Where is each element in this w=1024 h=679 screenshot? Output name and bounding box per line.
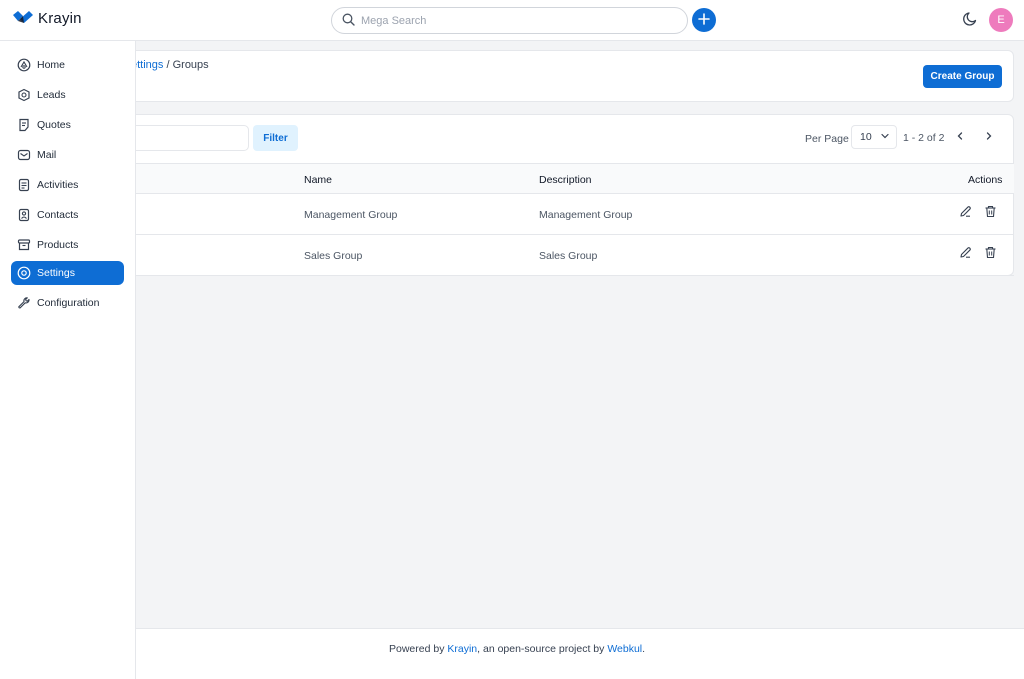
next-page-button[interactable] xyxy=(982,130,996,144)
activities-icon xyxy=(16,178,31,193)
create-group-button[interactable]: Create Group xyxy=(923,65,1002,88)
wrench-icon xyxy=(16,296,31,311)
home-icon xyxy=(16,58,31,73)
app-logo[interactable]: Krayin xyxy=(12,10,82,27)
page-header-card: ettings / Groups xyxy=(118,50,1014,102)
mail-icon xyxy=(16,148,31,163)
chevron-down-icon xyxy=(880,131,890,144)
per-page-label: Per Page xyxy=(805,133,849,145)
sidebar-item-label: Mail xyxy=(37,149,57,161)
pencil-icon xyxy=(959,205,972,221)
breadcrumb-current: Groups xyxy=(172,59,209,71)
edit-button[interactable] xyxy=(958,247,972,261)
settings-icon xyxy=(16,266,31,281)
chevron-left-icon xyxy=(955,131,965,144)
leads-icon xyxy=(16,88,31,103)
footer-text: Powered by Krayin, an open-source projec… xyxy=(389,643,645,655)
quotes-icon xyxy=(16,118,31,133)
mega-search-input[interactable] xyxy=(361,14,661,27)
delete-button[interactable] xyxy=(983,246,997,262)
footer-suffix: . xyxy=(642,643,646,655)
group-name-cell: Sales Group xyxy=(304,250,363,262)
sidebar-item-configuration[interactable]: Configuration xyxy=(11,291,124,315)
sidebar-item-leads[interactable]: Leads xyxy=(11,83,124,107)
column-header-description[interactable]: Description xyxy=(539,174,592,186)
contacts-icon xyxy=(16,208,31,223)
group-description-cell: Sales Group xyxy=(539,250,598,262)
group-description-cell: Management Group xyxy=(539,209,633,221)
krayin-link[interactable]: Krayin xyxy=(447,643,477,655)
chevron-right-icon xyxy=(984,131,994,144)
search-icon xyxy=(342,13,355,29)
group-name-cell: Management Group xyxy=(304,209,398,221)
previous-page-button[interactable] xyxy=(953,130,967,144)
trash-icon xyxy=(984,205,997,221)
footer-middle: , an open-source project by xyxy=(477,643,608,655)
user-avatar[interactable]: E xyxy=(989,8,1013,32)
krayin-logo-icon xyxy=(12,10,34,27)
per-page-select[interactable]: 10 xyxy=(851,125,897,149)
moon-icon xyxy=(962,11,978,29)
sidebar-item-label: Quotes xyxy=(37,119,71,131)
footer-prefix: Powered by xyxy=(389,643,448,655)
sidebar-item-home[interactable]: Home xyxy=(11,53,124,77)
breadcrumb: ettings / Groups xyxy=(131,59,209,71)
column-header-name[interactable]: Name xyxy=(304,174,332,186)
sidebar-item-mail[interactable]: Mail xyxy=(11,143,124,167)
sidebar-item-label: Settings xyxy=(37,267,75,279)
plus-icon xyxy=(698,12,710,28)
pencil-icon xyxy=(959,246,972,262)
sidebar-item-quotes[interactable]: Quotes xyxy=(11,113,124,137)
mega-search[interactable] xyxy=(331,7,688,34)
per-page-value: 10 xyxy=(860,131,872,143)
webkul-link[interactable]: Webkul xyxy=(607,643,642,655)
dark-mode-toggle[interactable] xyxy=(961,11,979,29)
sidebar: Home Leads Quotes Mail Activities Contac… xyxy=(0,41,136,679)
filter-button[interactable]: Filter xyxy=(253,125,298,151)
top-header: Krayin E xyxy=(0,0,1024,41)
avatar-initial: E xyxy=(997,14,1005,26)
delete-button[interactable] xyxy=(983,205,997,221)
sidebar-item-label: Leads xyxy=(37,89,66,101)
sidebar-item-label: Contacts xyxy=(37,209,79,221)
quick-create-button[interactable] xyxy=(692,8,716,32)
datagrid-search-input[interactable] xyxy=(124,125,249,151)
sidebar-item-label: Configuration xyxy=(37,297,100,309)
breadcrumb-separator: / xyxy=(163,59,173,71)
sidebar-item-label: Products xyxy=(37,239,79,251)
app-name: Krayin xyxy=(38,10,82,27)
sidebar-item-contacts[interactable]: Contacts xyxy=(11,203,124,227)
sidebar-item-label: Home xyxy=(37,59,66,71)
sidebar-item-products[interactable]: Products xyxy=(11,233,124,257)
sidebar-item-label: Activities xyxy=(37,179,79,191)
sidebar-item-settings[interactable]: Settings xyxy=(11,261,124,285)
pagination-info: 1 - 2 of 2 xyxy=(903,132,945,144)
sidebar-item-activities[interactable]: Activities xyxy=(11,173,124,197)
products-icon xyxy=(16,238,31,253)
column-header-actions: Actions xyxy=(968,174,1003,186)
edit-button[interactable] xyxy=(958,206,972,220)
trash-icon xyxy=(984,246,997,262)
